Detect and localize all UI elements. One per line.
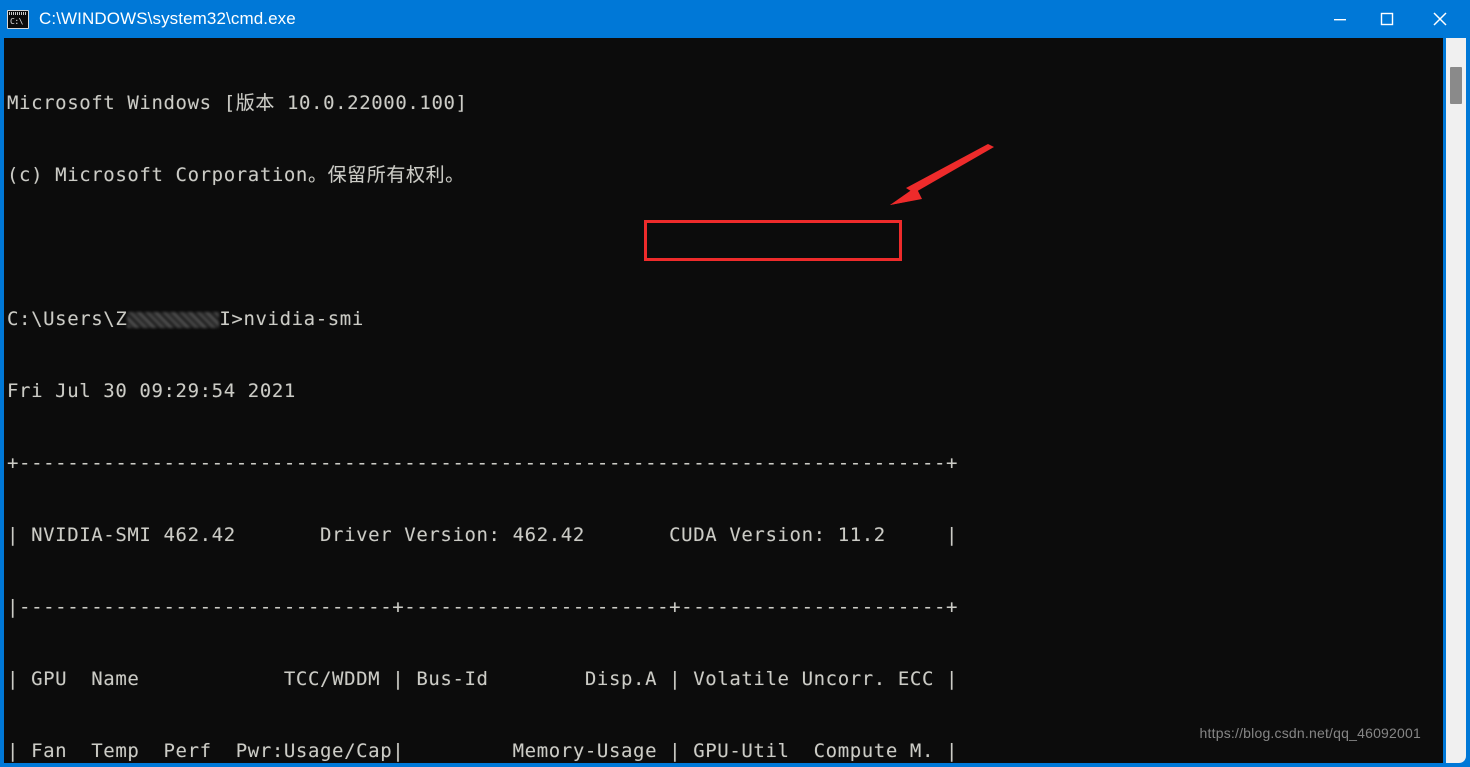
console-output-area[interactable]: Microsoft Windows [版本 10.0.22000.100] (c… bbox=[4, 38, 1443, 763]
redacted-username bbox=[127, 312, 220, 328]
cmd-exe-icon: C:\ bbox=[7, 9, 29, 29]
cmd-icon-prompt-glyph: C:\ bbox=[10, 16, 23, 26]
close-icon bbox=[1433, 12, 1447, 26]
console-line: Fri Jul 30 09:29:54 2021 bbox=[7, 380, 296, 402]
console-line: +---------------------------------------… bbox=[7, 452, 959, 474]
scrollbar-thumb[interactable] bbox=[1450, 67, 1462, 104]
console-line: | Fan Temp Perf Pwr:Usage/Cap| Memory-Us… bbox=[7, 740, 959, 762]
console-line: Microsoft Windows [版本 10.0.22000.100] bbox=[7, 92, 468, 114]
console-line: |-------------------------------+-------… bbox=[7, 596, 959, 618]
watermark-text: https://blog.csdn.net/qq_46092001 bbox=[1199, 725, 1421, 741]
window-controls bbox=[1316, 0, 1470, 38]
console-text: Microsoft Windows [版本 10.0.22000.100] (c… bbox=[7, 43, 958, 763]
prompt-command: I>nvidia-smi bbox=[219, 308, 364, 330]
minimize-button[interactable] bbox=[1316, 0, 1363, 38]
window-title: C:\WINDOWS\system32\cmd.exe bbox=[39, 9, 296, 28]
cmd-window: C:\ C:\WINDOWS\system32\cmd.exe Microsof… bbox=[0, 0, 1470, 767]
vertical-scrollbar[interactable] bbox=[1446, 38, 1466, 763]
console-line: (c) Microsoft Corporation。保留所有权利。 bbox=[7, 164, 465, 186]
maximize-button[interactable] bbox=[1363, 0, 1410, 38]
minimize-icon bbox=[1333, 19, 1346, 21]
prompt-prefix: C:\Users\Z bbox=[7, 308, 128, 330]
console-line-prompt-command: C:\Users\Z I>nvidia-smi bbox=[7, 307, 958, 331]
console-line: | NVIDIA-SMI 462.42 Driver Version: 462.… bbox=[7, 524, 959, 546]
close-button[interactable] bbox=[1410, 0, 1470, 38]
maximize-icon bbox=[1380, 12, 1393, 26]
console-line: | GPU Name TCC/WDDM | Bus-Id Disp.A | Vo… bbox=[7, 668, 959, 690]
title-bar[interactable]: C:\ C:\WINDOWS\system32\cmd.exe bbox=[0, 0, 1470, 38]
